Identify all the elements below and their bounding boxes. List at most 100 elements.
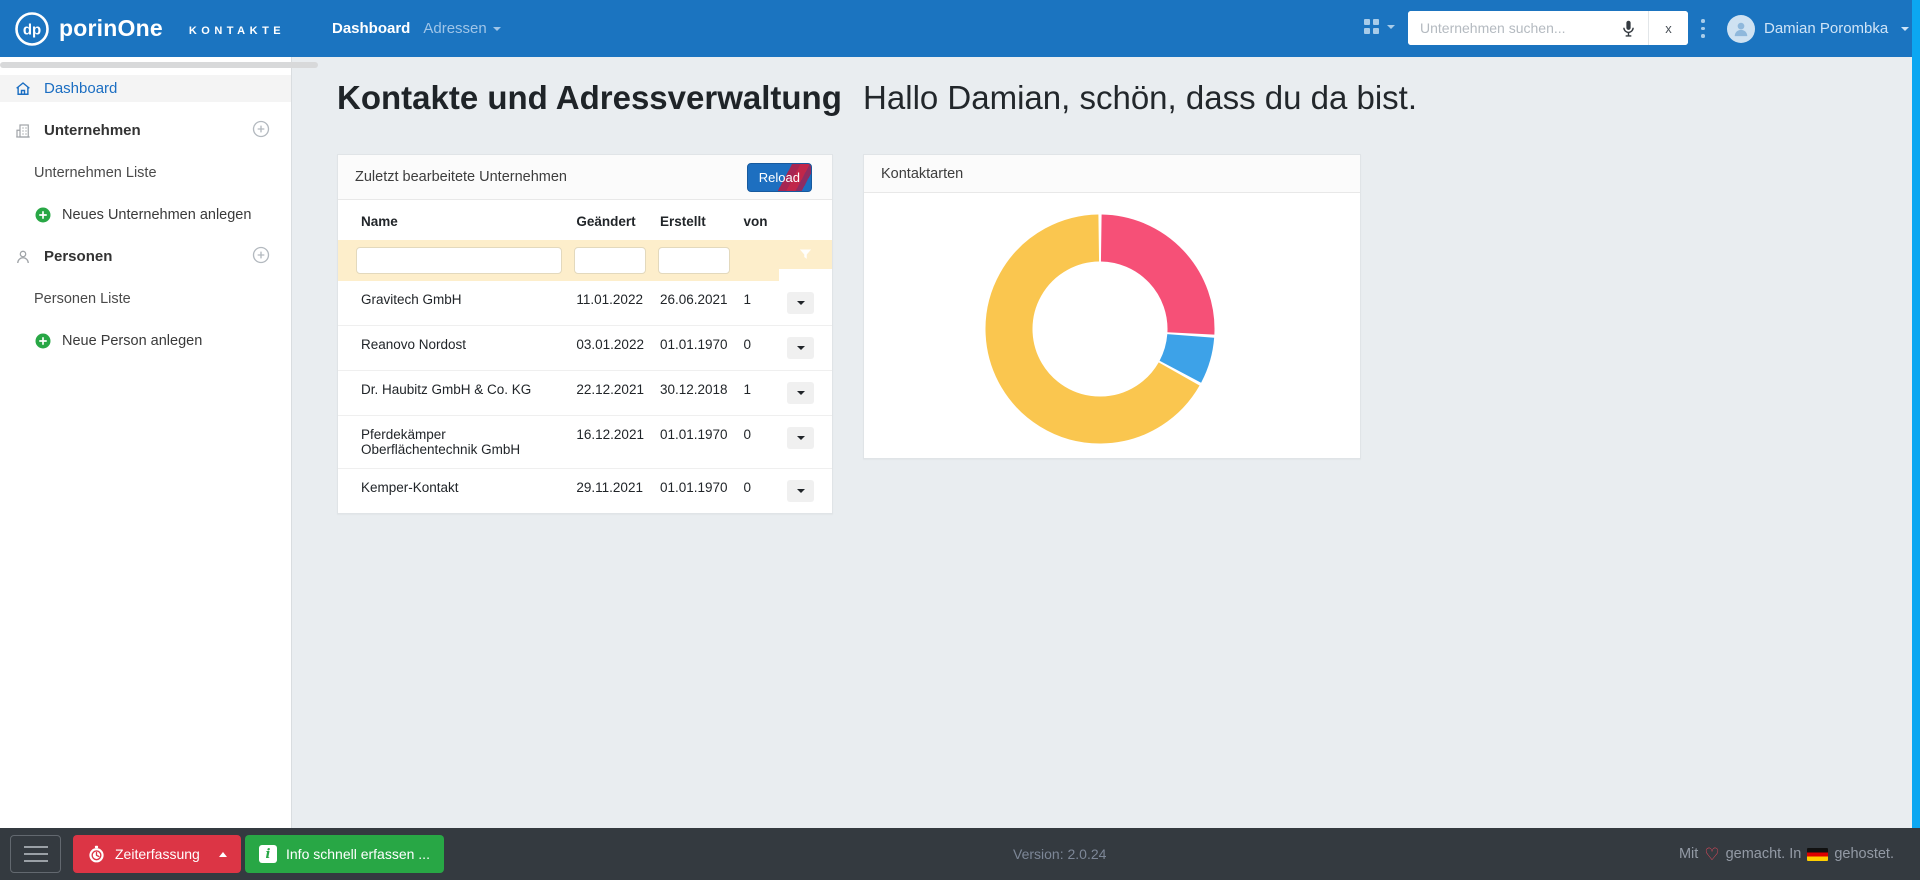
user-menu[interactable]: Damian Porombka <box>1727 0 1909 57</box>
recent-companies-card: Zuletzt bearbeitete Unternehmen Reload N… <box>337 154 833 514</box>
sidebar-item-unternehmen[interactable]: Unternehmen <box>0 117 291 144</box>
chevron-down-icon <box>1387 25 1395 29</box>
chevron-down-icon <box>797 301 805 305</box>
zeiterfassung-button[interactable]: Zeiterfassung <box>73 835 241 873</box>
avatar <box>1727 15 1755 43</box>
row-actions-dropdown-button[interactable] <box>787 382 814 404</box>
brand[interactable]: dp porinOne KONTAKTE <box>14 0 285 57</box>
plus-circle-green-icon <box>34 206 52 224</box>
search-input[interactable] <box>1408 11 1608 45</box>
sidebar-item-neue-person[interactable]: Neue Person anlegen <box>0 327 291 354</box>
von-count-cell: 0 <box>736 469 780 514</box>
page-greeting: Hallo Damian, schön, dass du da bist. <box>863 79 1417 116</box>
sidebar-item-neues-unternehmen[interactable]: Neues Unternehmen anlegen <box>0 201 291 228</box>
hamburger-icon <box>24 846 48 849</box>
more-options-button[interactable] <box>1701 19 1705 42</box>
brand-name: porinOne <box>59 15 163 42</box>
table-row: Dr. Haubitz GmbH & Co. KG22.12.202130.12… <box>338 371 832 416</box>
column-header-geaendert[interactable]: Geändert <box>568 200 652 240</box>
info-icon: i <box>259 845 277 863</box>
sidebar-item-personen-liste[interactable]: Personen Liste <box>0 285 291 312</box>
company-name-cell: Kemper-Kontakt <box>338 469 568 514</box>
user-name: Damian Porombka <box>1764 20 1888 37</box>
card-title: Kontaktarten <box>881 166 963 182</box>
user-icon <box>1731 19 1751 39</box>
chevron-down-icon <box>797 346 805 350</box>
company-name-cell: Gravitech GmbH <box>338 281 568 326</box>
chevron-down-icon <box>797 391 805 395</box>
table-row: Reanovo Nordost03.01.202201.01.19700 <box>338 326 832 371</box>
von-count-cell: 1 <box>736 281 780 326</box>
modified-date-cell: 03.01.2022 <box>568 326 652 371</box>
sidebar-item-dashboard[interactable]: Dashboard <box>0 75 291 102</box>
contact-types-donut-chart <box>984 213 1216 445</box>
nav-link-dashboard[interactable]: Dashboard <box>332 20 410 37</box>
sidebar-item-personen[interactable]: Personen <box>0 243 291 270</box>
filter-icon[interactable] <box>798 247 813 262</box>
apps-menu-button[interactable] <box>1364 19 1395 34</box>
button-label: Info schnell erfassen ... <box>286 846 430 862</box>
sidebar-item-label: Dashboard <box>44 80 117 97</box>
brand-logo-icon: dp <box>14 11 50 47</box>
donut-segment-blue <box>1180 336 1190 372</box>
table-row: Pferdekämper Oberflächentechnik GmbH16.1… <box>338 416 832 469</box>
sidebar-item-label: Personen Liste <box>34 291 131 307</box>
bottom-bar: Zeiterfassung i Info schnell erfassen ..… <box>0 828 1920 880</box>
table-filter-row <box>338 240 832 281</box>
von-count-cell: 0 <box>736 416 780 469</box>
von-count-cell: 0 <box>736 326 780 371</box>
voice-search-button[interactable] <box>1608 11 1648 45</box>
created-date-cell: 01.01.1970 <box>652 469 736 514</box>
navbar-links: Dashboard Adressen <box>332 0 501 57</box>
chevron-down-icon <box>493 27 501 31</box>
filter-erstellt-input[interactable] <box>658 247 730 274</box>
clear-search-button[interactable]: x <box>1648 11 1688 45</box>
top-navbar: dp porinOne KONTAKTE Dashboard Adressen … <box>0 0 1920 57</box>
companies-table: Name Geändert Erstellt von Gravitech Gmb… <box>338 200 832 513</box>
version-label: Version: 2.0.24 <box>1013 828 1106 880</box>
column-header-von[interactable]: von <box>736 200 780 240</box>
reload-button[interactable]: Reload <box>747 163 812 192</box>
table-header-row: Name Geändert Erstellt von <box>338 200 832 240</box>
microphone-icon <box>1620 19 1637 38</box>
made-with-love: Mit ♡ gemacht. In gehostet. <box>1679 828 1894 880</box>
sidebar: Dashboard Unternehmen Unternehmen Liste <box>0 57 292 828</box>
created-date-cell: 30.12.2018 <box>652 371 736 416</box>
company-search: x <box>1408 11 1688 45</box>
sidebar-item-label: Unternehmen Liste <box>34 165 157 181</box>
svg-text:dp: dp <box>23 21 41 38</box>
quick-info-button[interactable]: i Info schnell erfassen ... <box>245 835 444 873</box>
contact-types-header: Kontaktarten <box>864 155 1360 193</box>
button-label: Zeiterfassung <box>115 846 200 862</box>
footer-menu-button[interactable] <box>10 835 61 873</box>
row-actions-dropdown-button[interactable] <box>787 480 814 502</box>
horizontal-scrollbar-thumb[interactable] <box>0 62 318 68</box>
building-icon <box>13 122 33 140</box>
close-icon: x <box>1665 21 1672 36</box>
table-row: Kemper-Kontakt29.11.202101.01.19700 <box>338 469 832 514</box>
modified-date-cell: 16.12.2021 <box>568 416 652 469</box>
row-actions-dropdown-button[interactable] <box>787 292 814 314</box>
filter-name-input[interactable] <box>356 247 562 274</box>
chevron-up-icon <box>219 852 227 857</box>
recent-companies-header: Zuletzt bearbeitete Unternehmen Reload <box>338 155 832 200</box>
home-icon <box>13 80 33 98</box>
sidebar-item-unternehmen-liste[interactable]: Unternehmen Liste <box>0 159 291 186</box>
grid-icon <box>1364 19 1379 34</box>
add-unternehmen-icon[interactable] <box>251 119 271 143</box>
column-header-name[interactable]: Name <box>338 200 568 240</box>
table-row: Gravitech GmbH11.01.202226.06.20211 <box>338 281 832 326</box>
person-icon <box>13 248 33 266</box>
page-scrollbar[interactable] <box>1912 0 1920 828</box>
page-title-text: Kontakte und Adressverwaltung <box>337 79 842 116</box>
row-actions-dropdown-button[interactable] <box>787 337 814 359</box>
nav-link-adressen[interactable]: Adressen <box>423 20 500 37</box>
add-person-icon[interactable] <box>251 245 271 269</box>
company-name-cell: Dr. Haubitz GmbH & Co. KG <box>338 371 568 416</box>
modified-date-cell: 11.01.2022 <box>568 281 652 326</box>
column-header-erstellt[interactable]: Erstellt <box>652 200 736 240</box>
sidebar-item-label: Unternehmen <box>44 122 141 139</box>
row-actions-dropdown-button[interactable] <box>787 427 814 449</box>
sidebar-item-label: Neues Unternehmen anlegen <box>62 207 251 223</box>
filter-geaendert-input[interactable] <box>574 247 646 274</box>
